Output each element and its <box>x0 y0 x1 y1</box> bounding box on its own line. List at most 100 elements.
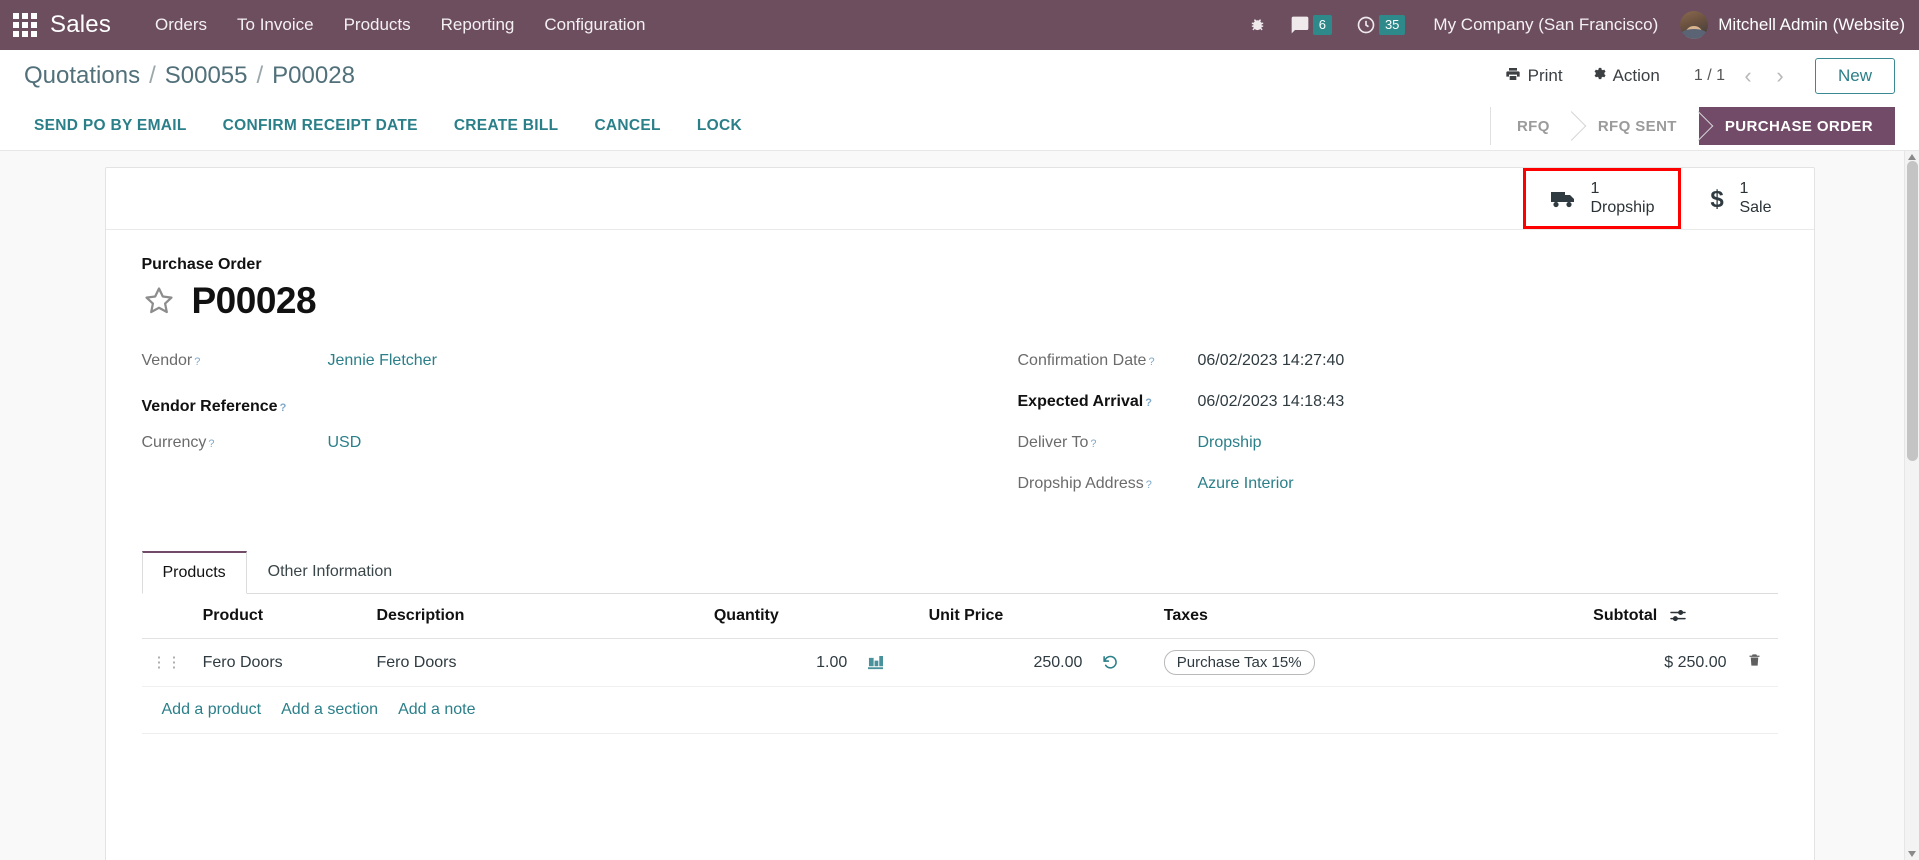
trash-icon[interactable] <box>1747 654 1762 672</box>
help-icon[interactable]: ? <box>1090 438 1096 450</box>
activities-badge: 35 <box>1378 15 1406 35</box>
pager: 1 / 1 ‹ › <box>1688 61 1795 91</box>
new-button[interactable]: New <box>1814 58 1895 94</box>
breadcrumb-root[interactable]: Quotations <box>24 62 140 90</box>
help-icon[interactable]: ? <box>1145 397 1152 409</box>
field-vendor-reference-label: Vendor Reference ? <box>141 398 287 415</box>
add-a-note-link[interactable]: Add a note <box>388 699 485 721</box>
field-vendor-value[interactable]: Jennie Fletcher <box>328 352 437 370</box>
row-quantity[interactable]: 1.00 <box>703 638 858 687</box>
row-taxes[interactable]: Purchase Tax 15% <box>1153 638 1584 687</box>
row-description[interactable]: Fero Doors <box>366 638 704 687</box>
create-bill-button[interactable]: CREATE BILL <box>444 109 569 143</box>
tab-products[interactable]: Products <box>141 551 247 594</box>
action-button[interactable]: Action <box>1577 60 1674 92</box>
column-subtotal-label: Subtotal <box>1593 607 1658 624</box>
smart-button-dropship[interactable]: 1 Dropship <box>1523 168 1682 229</box>
field-expected-arrival: Expected Arrival ? 06/02/2023 14:18:43 <box>1018 393 1778 434</box>
scroll-down-icon[interactable] <box>1908 851 1916 857</box>
scrollbar-thumb[interactable] <box>1907 161 1918 461</box>
nav-item-products[interactable]: Products <box>332 9 423 41</box>
row-product[interactable]: Fero Doors <box>192 638 367 687</box>
field-confirmation-date-label: Confirmation Date ? <box>1017 352 1155 369</box>
form-sheet-container: 1 Dropship $ 1 Sale Purchase Order P0002… <box>0 151 1919 860</box>
field-expected-arrival-value[interactable]: 06/02/2023 14:18:43 <box>1198 393 1345 411</box>
help-icon[interactable]: ? <box>1148 356 1154 368</box>
cancel-button[interactable]: CANCEL <box>584 109 670 143</box>
column-unit-price: Unit Price <box>918 594 1093 639</box>
app-brand-sales[interactable]: Sales <box>50 11 111 39</box>
column-delete-spacer <box>1736 594 1778 639</box>
status-badge[interactable]: Purchase Tax 15% <box>1163 650 1315 675</box>
add-line-row: Add a product Add a section Add a note <box>141 687 1778 734</box>
row-reset-icon[interactable] <box>1092 638 1154 687</box>
nav-item-reporting[interactable]: Reporting <box>429 9 527 41</box>
row-subtotal: $ 250.00 <box>1583 638 1737 687</box>
vertical-scrollbar[interactable] <box>1904 151 1919 860</box>
table-row[interactable]: ⋮⋮ Fero Doors Fero Doors 1.00 250.00 Pur… <box>141 638 1778 687</box>
field-deliver-to-value[interactable]: Dropship <box>1198 434 1262 452</box>
form-fields: Vendor ? Jennie Fletcher Vendor Referenc… <box>142 352 1778 516</box>
scroll-up-icon[interactable] <box>1908 154 1916 160</box>
status-rfq-sent[interactable]: RFQ SENT <box>1571 107 1699 145</box>
nav-item-to-invoice[interactable]: To Invoice <box>225 9 326 41</box>
field-expected-arrival-label: Expected Arrival ? <box>1017 393 1152 410</box>
sliders-icon[interactable] <box>1669 609 1686 623</box>
star-icon[interactable] <box>142 284 176 318</box>
smart-button-dropship-value: 1 <box>1590 180 1600 198</box>
avatar <box>1680 11 1709 39</box>
add-a-product-link[interactable]: Add a product <box>152 699 272 721</box>
breadcrumb-current: P00028 <box>272 62 355 89</box>
row-delete-button[interactable] <box>1736 638 1778 687</box>
status-purchase-order[interactable]: PURCHASE ORDER <box>1680 107 1895 145</box>
row-drag-handle-icon[interactable]: ⋮⋮ <box>141 638 193 687</box>
form-column-right: Confirmation Date ? 06/02/2023 14:27:40 … <box>960 352 1778 516</box>
field-vendor-reference-value[interactable] <box>328 393 498 411</box>
field-vendor-reference: Vendor Reference ? <box>142 393 960 434</box>
field-currency: Currency ? USD <box>142 434 960 475</box>
smart-button-dropship-label: Dropship <box>1590 198 1655 216</box>
send-po-by-email-button[interactable]: SEND PO BY EMAIL <box>24 109 197 143</box>
action-label: Action <box>1612 66 1660 85</box>
nav-item-orders[interactable]: Orders <box>143 9 219 41</box>
bug-icon[interactable] <box>1237 17 1278 34</box>
breadcrumb-parent[interactable]: S00055 <box>165 62 248 90</box>
pager-previous-icon[interactable]: ‹ <box>1733 61 1763 91</box>
field-currency-value[interactable]: USD <box>328 434 362 452</box>
column-quantity-icon-spacer <box>857 594 919 639</box>
company-switcher[interactable]: My Company (San Francisco) <box>1417 15 1674 35</box>
truck-icon <box>1550 189 1578 209</box>
confirm-receipt-date-button[interactable]: CONFIRM RECEIPT DATE <box>213 109 428 143</box>
top-navbar: Sales Orders To Invoice Products Reporti… <box>0 0 1919 50</box>
pager-next-icon[interactable]: › <box>1765 61 1795 91</box>
user-menu[interactable]: Mitchell Admin (Website) <box>1674 11 1905 39</box>
tab-other-information[interactable]: Other Information <box>247 551 414 594</box>
smart-button-sale-label: Sale <box>1739 198 1772 216</box>
row-unit-price[interactable]: 250.00 <box>918 638 1093 687</box>
svg-text:$: $ <box>1711 187 1725 211</box>
help-icon[interactable]: ? <box>1146 479 1152 491</box>
row-forecast-icon[interactable] <box>857 638 919 687</box>
printer-icon <box>1505 66 1521 87</box>
column-taxes: Taxes <box>1153 594 1584 639</box>
field-dropship-address: Dropship Address ? Azure Interior <box>1018 475 1778 516</box>
field-dropship-address-value[interactable]: Azure Interior <box>1198 475 1294 493</box>
smart-button-sale-value: 1 <box>1739 180 1749 198</box>
help-icon[interactable]: ? <box>194 356 200 368</box>
form-column-left: Vendor ? Jennie Fletcher Vendor Referenc… <box>142 352 960 516</box>
lock-button[interactable]: LOCK <box>687 109 752 143</box>
smart-button-sale[interactable]: $ 1 Sale <box>1681 168 1797 229</box>
clock-icon[interactable]: 35 <box>1344 15 1417 35</box>
add-a-section-link[interactable]: Add a section <box>271 699 388 721</box>
print-button[interactable]: Print <box>1491 60 1577 93</box>
help-icon[interactable]: ? <box>280 402 287 414</box>
status-rfq[interactable]: RFQ <box>1490 107 1572 145</box>
breadcrumb-separator-2: / <box>256 62 264 89</box>
messages-icon[interactable]: 6 <box>1278 15 1344 35</box>
field-vendor-label: Vendor ? <box>141 352 201 369</box>
apps-grid-icon[interactable] <box>10 10 40 40</box>
breadcrumb: Quotations / S00055 / P00028 <box>24 62 355 90</box>
nav-item-configuration[interactable]: Configuration <box>532 9 657 41</box>
field-confirmation-date-value[interactable]: 06/02/2023 14:27:40 <box>1198 352 1345 370</box>
help-icon[interactable]: ? <box>208 438 214 450</box>
